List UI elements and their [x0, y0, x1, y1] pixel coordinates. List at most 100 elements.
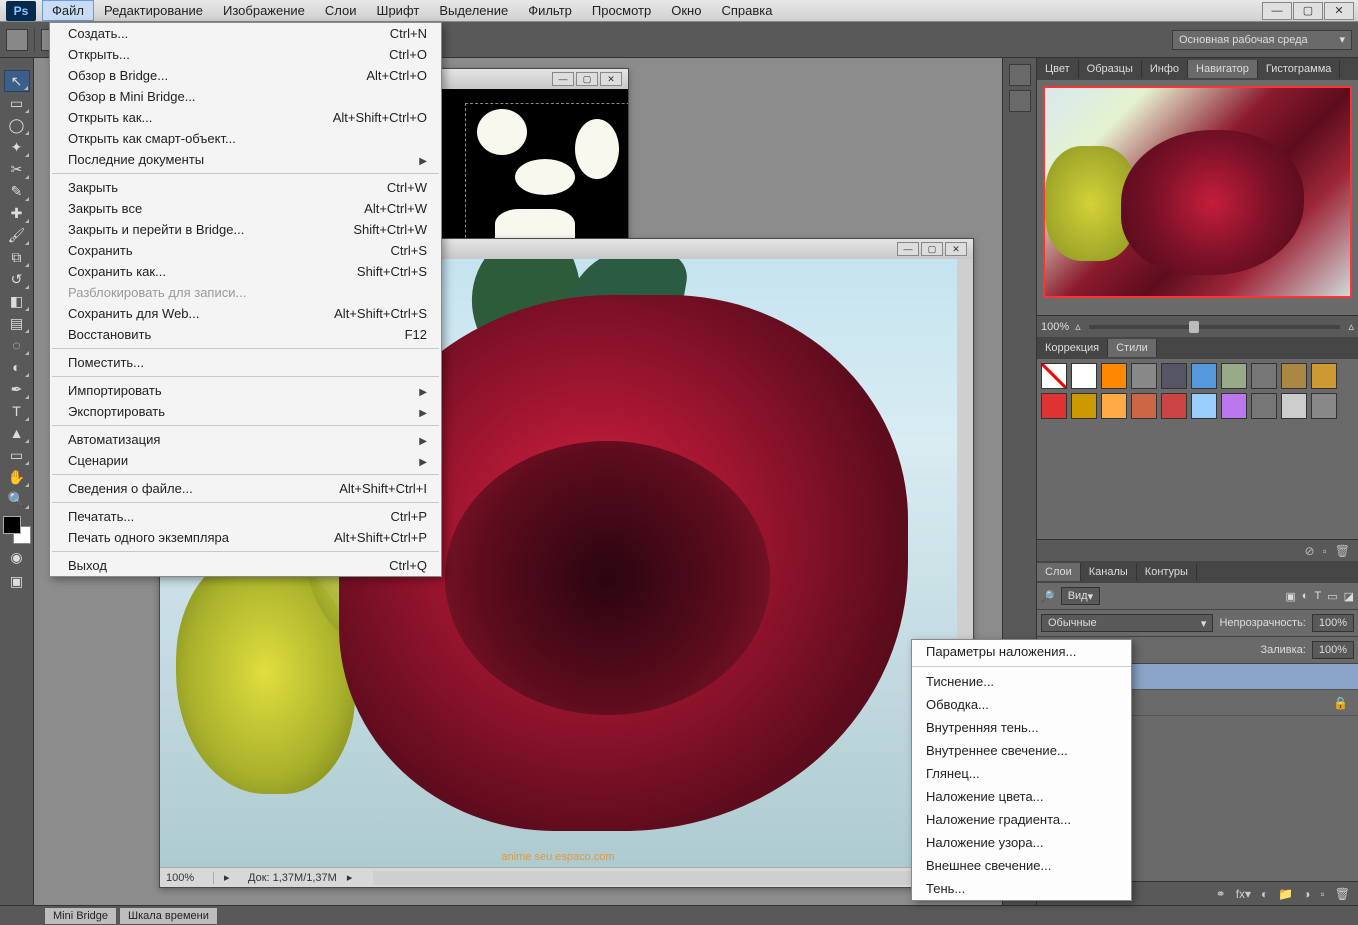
fx-menu-item[interactable]: Внутреннее свечение...: [912, 739, 1131, 762]
fx-menu-item[interactable]: Параметры наложения...: [912, 640, 1131, 663]
quick-mask-button[interactable]: ◉: [4, 546, 30, 568]
style-swatch[interactable]: [1281, 363, 1307, 389]
nav-zoom-value[interactable]: 100%: [1041, 321, 1069, 333]
menu-слои[interactable]: Слои: [315, 0, 367, 21]
file-menu-item[interactable]: Сохранить как...Shift+Ctrl+S: [50, 261, 441, 282]
file-menu-item[interactable]: Открыть как...Alt+Shift+Ctrl+O: [50, 107, 441, 128]
tool-dodge[interactable]: ◐: [4, 356, 30, 378]
file-menu-dropdown[interactable]: Создать...Ctrl+NОткрыть...Ctrl+O Обзор в …: [49, 22, 442, 577]
file-menu-item[interactable]: Поместить...: [50, 352, 441, 373]
panel-tab[interactable]: Каналы: [1081, 563, 1137, 581]
tool-eraser[interactable]: ◧: [4, 290, 30, 312]
file-menu-item[interactable]: Экспортировать▶: [50, 401, 441, 422]
style-swatch[interactable]: [1131, 363, 1157, 389]
doc-close-button[interactable]: ✕: [945, 242, 967, 256]
file-menu-item[interactable]: Создать...Ctrl+N: [50, 23, 441, 44]
tool-lasso[interactable]: ◯: [4, 114, 30, 136]
tool-eyedropper[interactable]: ✎: [4, 180, 30, 202]
tool-shape[interactable]: ▭: [4, 444, 30, 466]
window-close-button[interactable]: ✕: [1324, 2, 1354, 20]
delete-icon[interactable]: 🗑: [1335, 887, 1350, 901]
filter-smart-icon[interactable]: ◪: [1344, 590, 1354, 603]
bottom-tab-minibridge[interactable]: Mini Bridge: [44, 907, 117, 925]
file-menu-item[interactable]: Закрыть всеAlt+Ctrl+W: [50, 198, 441, 219]
zoom-in-icon[interactable]: ▵: [1348, 320, 1354, 333]
file-menu-item[interactable]: СохранитьCtrl+S: [50, 240, 441, 261]
file-menu-item[interactable]: Последние документы▶: [50, 149, 441, 170]
group-icon[interactable]: 📁: [1278, 887, 1293, 901]
tool-pen[interactable]: ✒: [4, 378, 30, 400]
fx-menu-item[interactable]: Тень...: [912, 877, 1131, 900]
file-menu-item[interactable]: Открыть...Ctrl+O: [50, 44, 441, 65]
filter-adjustment-icon[interactable]: ◐: [1302, 590, 1309, 602]
new-style-icon[interactable]: ▫: [1323, 544, 1327, 558]
zoom-field[interactable]: 100%: [164, 872, 214, 884]
file-menu-item[interactable]: Сохранить для Web...Alt+Shift+Ctrl+S: [50, 303, 441, 324]
menu-шрифт[interactable]: Шрифт: [367, 0, 430, 21]
style-swatch[interactable]: [1041, 393, 1067, 419]
menu-файл[interactable]: Файл: [42, 0, 94, 21]
file-menu-item[interactable]: ВосстановитьF12: [50, 324, 441, 345]
new-layer-icon[interactable]: ▫: [1321, 887, 1325, 901]
style-swatch[interactable]: [1101, 393, 1127, 419]
scrollbar-horizontal[interactable]: [373, 871, 969, 885]
file-menu-item[interactable]: ЗакрытьCtrl+W: [50, 177, 441, 198]
doc-min-button[interactable]: —: [552, 72, 574, 86]
menu-изображение[interactable]: Изображение: [213, 0, 315, 21]
tool-brush[interactable]: 🖌: [4, 224, 30, 246]
file-menu-item[interactable]: Обзор в Mini Bridge...: [50, 86, 441, 107]
fx-menu-item[interactable]: Внутренняя тень...: [912, 716, 1131, 739]
tool-blur[interactable]: ◌: [4, 334, 30, 356]
file-menu-item[interactable]: Закрыть и перейти в Bridge...Shift+Ctrl+…: [50, 219, 441, 240]
panel-tab[interactable]: Инфо: [1142, 60, 1188, 78]
screen-mode-button[interactable]: ▣: [4, 570, 30, 592]
adjustment-icon[interactable]: ◑: [1303, 887, 1310, 901]
style-swatch[interactable]: [1221, 363, 1247, 389]
tool-hand[interactable]: ✋: [4, 466, 30, 488]
panel-tab[interactable]: Навигатор: [1188, 60, 1258, 78]
doc-max-button[interactable]: ▢: [921, 242, 943, 256]
layer-style-context-menu[interactable]: Параметры наложения...Тиснение...Обводка…: [911, 639, 1132, 901]
file-menu-item[interactable]: Импортировать▶: [50, 380, 441, 401]
file-menu-item[interactable]: Сценарии▶: [50, 450, 441, 471]
history-panel-icon[interactable]: [1009, 64, 1031, 86]
workspace-dropdown[interactable]: Основная рабочая среда ▾: [1172, 30, 1352, 50]
style-swatch[interactable]: [1161, 363, 1187, 389]
file-menu-item[interactable]: Автоматизация▶: [50, 429, 441, 450]
nav-zoom-slider[interactable]: [1089, 325, 1341, 329]
window-max-button[interactable]: ▢: [1293, 2, 1323, 20]
fill-field[interactable]: 100%: [1312, 641, 1354, 659]
panel-tab[interactable]: Цвет: [1037, 60, 1079, 78]
no-style-icon[interactable]: ⊘: [1304, 544, 1314, 558]
tool-wand[interactable]: ✦: [4, 136, 30, 158]
menu-окно[interactable]: Окно: [661, 0, 711, 21]
zoom-out-icon[interactable]: ▵: [1075, 320, 1081, 333]
mask-icon[interactable]: ◐: [1261, 887, 1268, 901]
doc-min-button[interactable]: —: [897, 242, 919, 256]
tool-marquee[interactable]: ▭: [4, 92, 30, 114]
file-menu-item[interactable]: ВыходCtrl+Q: [50, 555, 441, 576]
menu-фильтр[interactable]: Фильтр: [518, 0, 582, 21]
style-none[interactable]: [1041, 363, 1067, 389]
doc-close-button[interactable]: ✕: [600, 72, 622, 86]
fx-menu-item[interactable]: Наложение узора...: [912, 831, 1131, 854]
color-swatches[interactable]: [3, 516, 31, 544]
style-swatch[interactable]: [1191, 363, 1217, 389]
style-swatch[interactable]: [1131, 393, 1157, 419]
menu-просмотр[interactable]: Просмотр: [582, 0, 661, 21]
tool-move[interactable]: ↖: [4, 70, 30, 92]
tool-path-select[interactable]: ▲: [4, 422, 30, 444]
style-swatch[interactable]: [1311, 393, 1337, 419]
style-swatch[interactable]: [1191, 393, 1217, 419]
panel-tab[interactable]: Коррекция: [1037, 339, 1108, 357]
panel-tab[interactable]: Слои: [1037, 563, 1081, 581]
fx-menu-item[interactable]: Обводка...: [912, 693, 1131, 716]
style-swatch[interactable]: [1071, 393, 1097, 419]
tool-zoom[interactable]: 🔍: [4, 488, 30, 510]
style-swatch[interactable]: [1071, 363, 1097, 389]
fx-icon[interactable]: fx▾: [1236, 887, 1251, 901]
tool-history-brush[interactable]: ↺: [4, 268, 30, 290]
tool-stamp[interactable]: ⧉: [4, 246, 30, 268]
tool-healing[interactable]: ✚: [4, 202, 30, 224]
file-menu-item[interactable]: Печать одного экземпляраAlt+Shift+Ctrl+P: [50, 527, 441, 548]
